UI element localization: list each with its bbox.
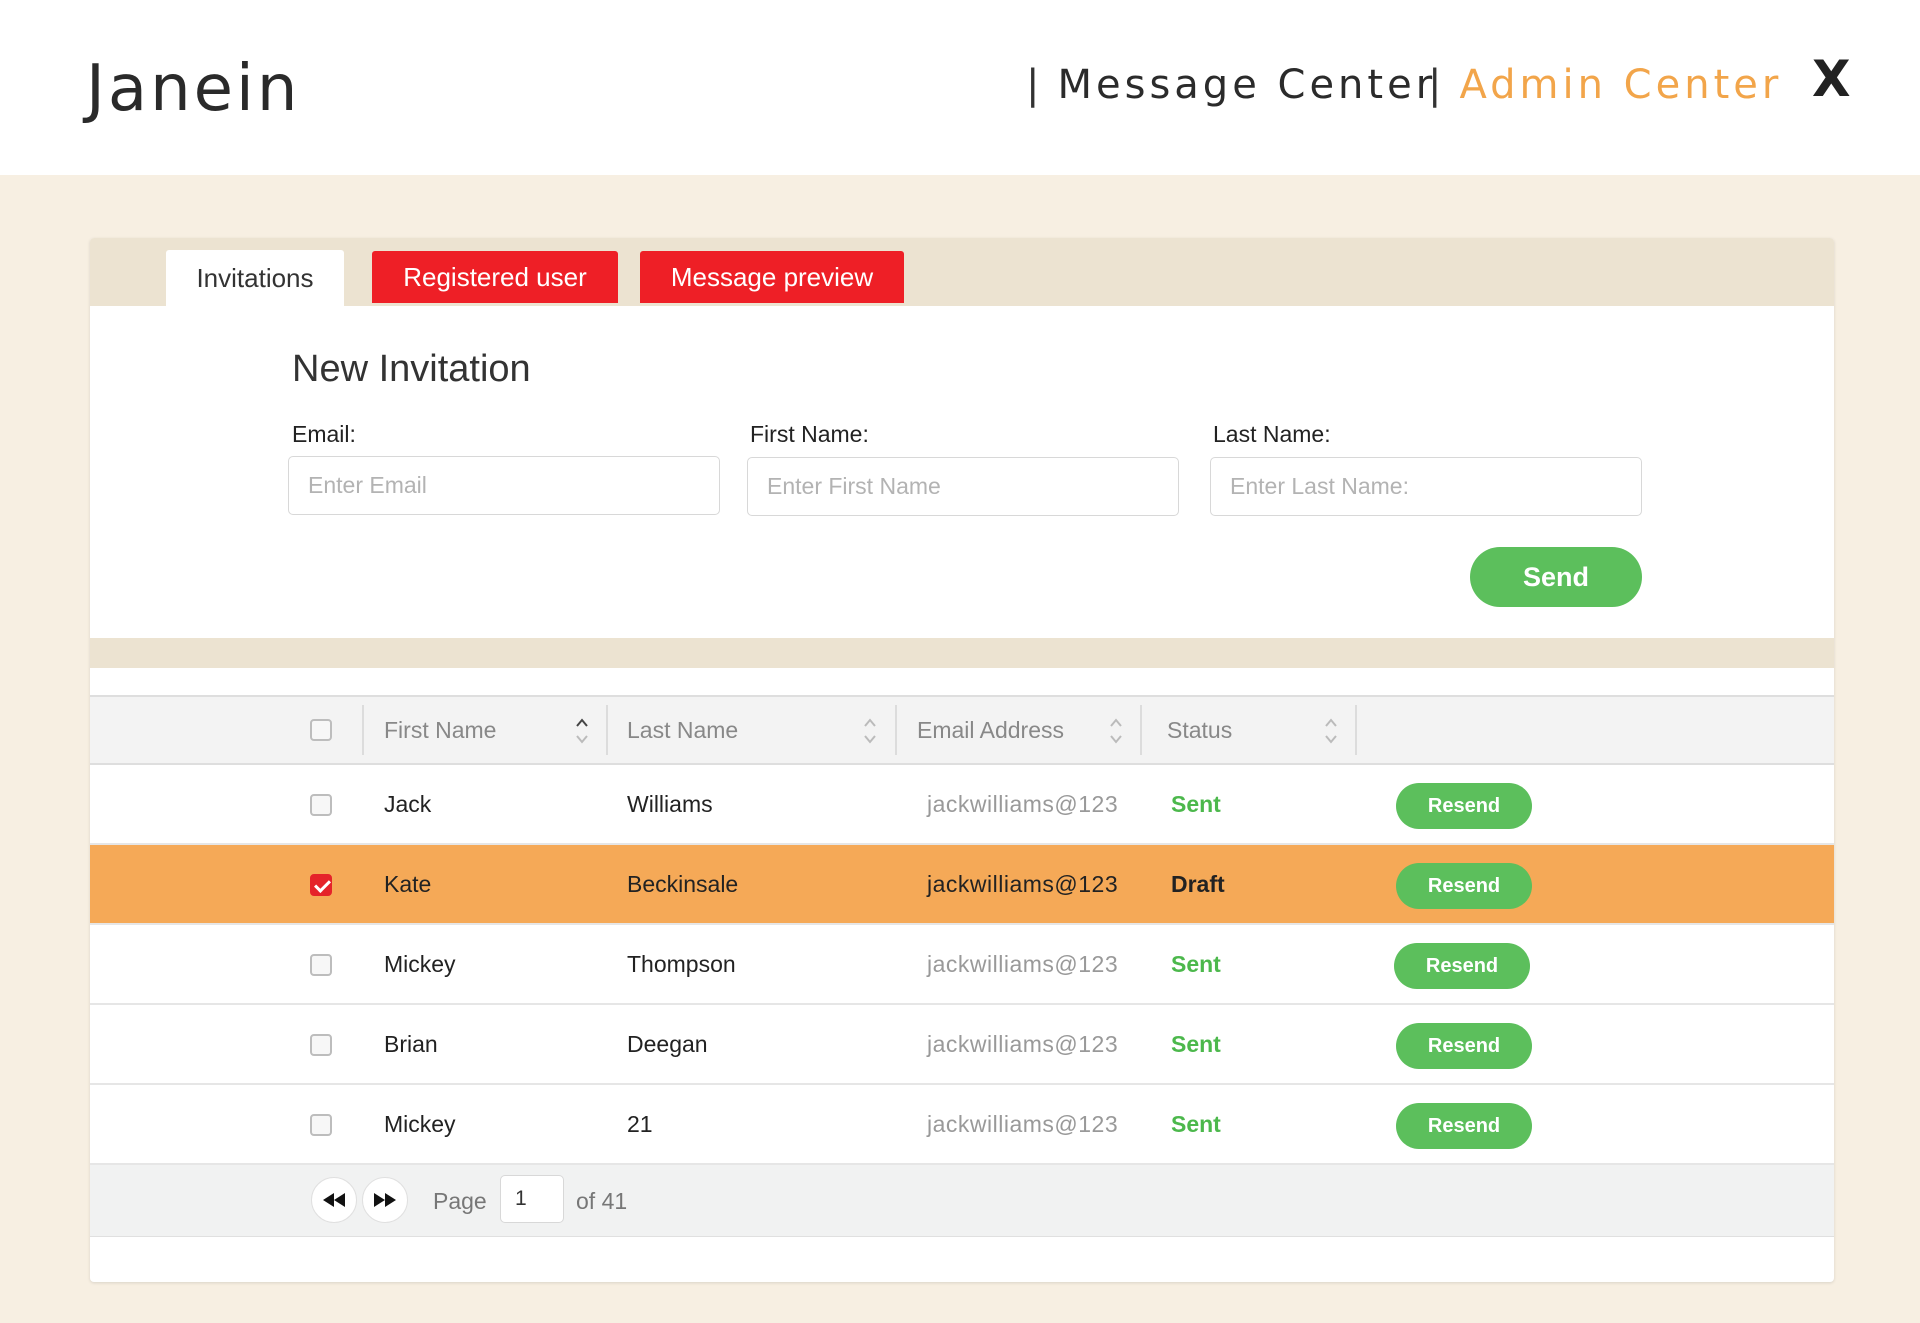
cell-last-name: Thompson bbox=[627, 950, 736, 977]
column-header-email[interactable]: Email Address bbox=[917, 697, 1064, 763]
column-separator bbox=[1140, 705, 1142, 755]
resend-button[interactable]: Resend bbox=[1396, 783, 1532, 829]
tab-message-preview[interactable]: Message preview bbox=[640, 251, 904, 303]
table-row[interactable]: Mickey 21 jackwilliams@123 Sent Resend bbox=[90, 1085, 1834, 1165]
cell-last-name: Williams bbox=[627, 790, 713, 817]
sort-icon[interactable] bbox=[862, 715, 878, 747]
app-logo: Janein bbox=[86, 52, 301, 126]
column-separator bbox=[606, 705, 608, 755]
invitations-panel: Invitations Registered user Message prev… bbox=[90, 238, 1834, 1282]
nav-separator: | bbox=[1428, 62, 1446, 108]
cell-email: jackwilliams@123 bbox=[927, 1030, 1119, 1057]
row-checkbox[interactable] bbox=[310, 794, 332, 816]
cell-email: jackwilliams@123 bbox=[927, 790, 1119, 817]
resend-button[interactable]: Resend bbox=[1396, 863, 1532, 909]
cell-first-name: Brian bbox=[384, 1030, 438, 1057]
status-badge: Sent bbox=[1171, 1110, 1221, 1137]
column-separator bbox=[1355, 705, 1357, 755]
next-page-button[interactable] bbox=[362, 1177, 408, 1223]
first-name-label: First Name: bbox=[750, 421, 869, 447]
resend-button[interactable]: Resend bbox=[1394, 943, 1530, 989]
sort-icon[interactable] bbox=[574, 715, 590, 747]
send-button[interactable]: Send bbox=[1470, 547, 1642, 607]
last-name-label: Last Name: bbox=[1213, 421, 1331, 447]
resend-button[interactable]: Resend bbox=[1396, 1103, 1532, 1149]
fast-forward-icon bbox=[374, 1193, 396, 1207]
column-header-last-name[interactable]: Last Name bbox=[627, 697, 738, 763]
cell-last-name: Deegan bbox=[627, 1030, 708, 1057]
row-checkbox[interactable] bbox=[310, 1034, 332, 1056]
sort-icon[interactable] bbox=[1108, 715, 1124, 747]
cell-email: jackwilliams@123 bbox=[927, 870, 1119, 897]
rewind-icon bbox=[323, 1193, 345, 1207]
email-field[interactable] bbox=[288, 456, 720, 515]
last-name-field[interactable] bbox=[1210, 457, 1642, 516]
cell-first-name: Kate bbox=[384, 870, 432, 897]
page-total: of 41 bbox=[576, 1187, 628, 1214]
cell-first-name: Mickey bbox=[384, 950, 456, 977]
form-title: New Invitation bbox=[292, 348, 531, 390]
table-row[interactable]: Brian Deegan jackwilliams@123 Sent Resen… bbox=[90, 1005, 1834, 1085]
invitations-table: First Name Last Name Email Address Statu… bbox=[90, 695, 1834, 1237]
cell-first-name: Mickey bbox=[384, 1110, 456, 1137]
pagination: Page of 41 bbox=[90, 1165, 1834, 1237]
status-badge: Draft bbox=[1171, 870, 1225, 897]
row-checkbox[interactable] bbox=[310, 874, 332, 896]
section-divider bbox=[90, 638, 1834, 668]
column-header-first-name[interactable]: First Name bbox=[384, 697, 496, 763]
nav-admin-center[interactable]: | Admin Center bbox=[1428, 62, 1782, 108]
first-name-field[interactable] bbox=[747, 457, 1179, 516]
cell-last-name: 21 bbox=[627, 1110, 653, 1137]
previous-page-button[interactable] bbox=[311, 1177, 357, 1223]
column-header-status[interactable]: Status bbox=[1167, 697, 1232, 763]
cell-first-name: Jack bbox=[384, 790, 432, 817]
table-row[interactable]: Jack Williams jackwilliams@123 Sent Rese… bbox=[90, 765, 1834, 845]
tab-invitations[interactable]: Invitations bbox=[166, 250, 344, 306]
cell-email: jackwilliams@123 bbox=[927, 1110, 1119, 1137]
column-separator bbox=[362, 705, 364, 755]
cell-email: jackwilliams@123 bbox=[927, 950, 1119, 977]
row-checkbox[interactable] bbox=[310, 954, 332, 976]
status-badge: Sent bbox=[1171, 950, 1221, 977]
nav-message-center-label: Message Center bbox=[1057, 62, 1437, 108]
cell-last-name: Beckinsale bbox=[627, 870, 739, 897]
column-separator bbox=[895, 705, 897, 755]
sort-icon[interactable] bbox=[1323, 715, 1339, 747]
resend-button[interactable]: Resend bbox=[1396, 1023, 1532, 1069]
table-row[interactable]: Kate Beckinsale jackwilliams@123 Draft R… bbox=[90, 845, 1834, 925]
tab-bar: Invitations Registered user Message prev… bbox=[90, 238, 1834, 306]
status-badge: Sent bbox=[1171, 1030, 1221, 1057]
row-checkbox[interactable] bbox=[310, 1114, 332, 1136]
page-number-input[interactable] bbox=[500, 1175, 564, 1223]
status-badge: Sent bbox=[1171, 790, 1221, 817]
nav-message-center[interactable]: | Message Center bbox=[1026, 62, 1436, 108]
nav-separator: | bbox=[1026, 62, 1044, 108]
select-all-checkbox[interactable] bbox=[310, 719, 332, 741]
top-bar: Janein | Message Center | Admin Center X bbox=[0, 0, 1920, 175]
close-icon[interactable]: X bbox=[1812, 50, 1851, 108]
page-label: Page bbox=[433, 1187, 487, 1214]
table-row[interactable]: Mickey Thompson jackwilliams@123 Sent Re… bbox=[90, 925, 1834, 1005]
tab-registered-user[interactable]: Registered user bbox=[372, 251, 618, 303]
email-label: Email: bbox=[292, 421, 356, 447]
nav-admin-center-label: Admin Center bbox=[1459, 62, 1783, 108]
table-header: First Name Last Name Email Address Statu… bbox=[90, 695, 1834, 765]
